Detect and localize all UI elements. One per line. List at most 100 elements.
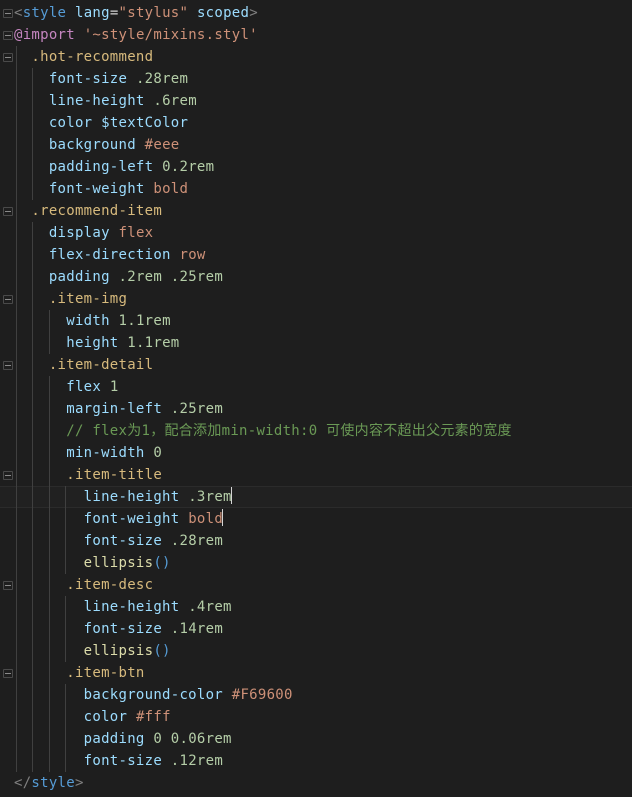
code-line[interactable]: line-height .3rem bbox=[0, 486, 632, 508]
code-line[interactable]: min-width 0 bbox=[0, 442, 632, 464]
code-line[interactable]: font-size .12rem bbox=[0, 750, 632, 772]
code-line[interactable]: font-size .14rem bbox=[0, 618, 632, 640]
code-line[interactable]: .item-detail bbox=[0, 354, 632, 376]
code-token: .hot-recommend bbox=[31, 49, 154, 65]
code-line[interactable]: padding-left 0.2rem bbox=[0, 156, 632, 178]
code-token: .28rem bbox=[170, 533, 224, 549]
code-token: line-height bbox=[83, 489, 180, 505]
code-token: padding-left bbox=[48, 159, 154, 175]
indent-guide bbox=[32, 486, 34, 508]
code-token: color bbox=[83, 709, 128, 725]
indent-guide bbox=[16, 464, 18, 486]
indent-guide bbox=[16, 266, 18, 288]
code-line[interactable]: font-weight bold bbox=[0, 508, 632, 530]
code-line[interactable]: .hot-recommend bbox=[0, 46, 632, 68]
code-token: padding bbox=[48, 269, 110, 285]
indent-guide bbox=[16, 706, 18, 728]
code-editor-surface[interactable]: <style lang="stylus" scoped> @import '~st… bbox=[0, 0, 632, 797]
code-line[interactable]: margin-left .25rem bbox=[0, 398, 632, 420]
indent-guide bbox=[16, 552, 18, 574]
code-line[interactable]: .item-img bbox=[0, 288, 632, 310]
code-line[interactable]: .item-title bbox=[0, 464, 632, 486]
code-line[interactable]: line-height .4rem bbox=[0, 596, 632, 618]
code-token: .6rem bbox=[153, 93, 197, 109]
code-token: () bbox=[153, 555, 171, 571]
indent-guide bbox=[32, 464, 34, 486]
indent-guide bbox=[16, 728, 18, 750]
fold-collapse-icon[interactable] bbox=[3, 295, 13, 304]
code-line[interactable]: color #fff bbox=[0, 706, 632, 728]
code-token: .item-title bbox=[66, 467, 163, 483]
indent-guide bbox=[32, 68, 34, 90]
fold-collapse-icon[interactable] bbox=[3, 581, 13, 590]
code-line[interactable]: font-size .28rem bbox=[0, 68, 632, 90]
code-line[interactable]: background #eee bbox=[0, 134, 632, 156]
fold-collapse-icon[interactable] bbox=[3, 207, 13, 216]
fold-collapse-icon[interactable] bbox=[3, 471, 13, 480]
code-token: 1.1rem bbox=[127, 335, 180, 351]
indent-guide bbox=[64, 486, 66, 508]
code-token: 0 bbox=[153, 731, 163, 747]
fold-collapse-icon[interactable] bbox=[3, 31, 13, 40]
indent-guide bbox=[32, 354, 34, 376]
code-token: width bbox=[66, 313, 110, 329]
indent-guide bbox=[16, 156, 18, 178]
code-line[interactable]: line-height .6rem bbox=[0, 90, 632, 112]
fold-collapse-icon[interactable] bbox=[3, 669, 13, 678]
code-line[interactable]: display flex bbox=[0, 222, 632, 244]
indent-guide bbox=[64, 706, 66, 728]
code-line[interactable]: ellipsis() bbox=[0, 640, 632, 662]
indent-guide bbox=[48, 618, 50, 640]
code-line[interactable]: font-weight bold bbox=[0, 178, 632, 200]
fold-collapse-icon[interactable] bbox=[3, 9, 13, 18]
code-line[interactable]: padding .2rem .25rem bbox=[0, 266, 632, 288]
code-line[interactable]: font-size .28rem bbox=[0, 530, 632, 552]
code-line[interactable]: color $textColor bbox=[0, 112, 632, 134]
code-line[interactable]: flex 1 bbox=[0, 376, 632, 398]
code-token: height bbox=[66, 335, 119, 351]
fold-collapse-icon[interactable] bbox=[3, 53, 13, 62]
indent-guide bbox=[32, 662, 34, 684]
code-line[interactable]: background-color #F69600 bbox=[0, 684, 632, 706]
indent-guide bbox=[16, 596, 18, 618]
indent-guide bbox=[64, 508, 66, 530]
indent-guide bbox=[48, 662, 50, 684]
code-line[interactable]: flex-direction row bbox=[0, 244, 632, 266]
code-line[interactable]: @import '~style/mixins.styl' bbox=[0, 24, 632, 46]
code-line[interactable]: // flex为1，配合添加min-width:0 可使内容不超出父元素的宽度 bbox=[0, 420, 632, 442]
indent-guide bbox=[16, 134, 18, 156]
indent-guide bbox=[64, 552, 66, 574]
code-line[interactable]: .item-btn bbox=[0, 662, 632, 684]
indent-guide bbox=[64, 530, 66, 552]
fold-collapse-icon[interactable] bbox=[3, 361, 13, 370]
indent-guide bbox=[48, 750, 50, 772]
code-line[interactable]: height 1.1rem bbox=[0, 332, 632, 354]
indent-guide bbox=[48, 596, 50, 618]
indent-guide bbox=[32, 728, 34, 750]
code-line[interactable]: .recommend-item bbox=[0, 200, 632, 222]
code-line[interactable]: .item-desc bbox=[0, 574, 632, 596]
indent-guide bbox=[32, 750, 34, 772]
code-line[interactable]: <style lang="stylus" scoped> bbox=[0, 2, 632, 24]
code-token: min-width bbox=[66, 445, 145, 461]
indent-guide bbox=[32, 332, 34, 354]
code-line[interactable]: </style> bbox=[0, 772, 632, 794]
code-token: 0.06rem bbox=[170, 731, 232, 747]
code-token: > bbox=[249, 5, 258, 21]
code-token: () bbox=[153, 643, 171, 659]
code-line[interactable]: ellipsis() bbox=[0, 552, 632, 574]
code-line[interactable]: width 1.1rem bbox=[0, 310, 632, 332]
code-line[interactable]: padding 0 0.06rem bbox=[0, 728, 632, 750]
indent-guide bbox=[16, 574, 18, 596]
indent-guide bbox=[64, 640, 66, 662]
